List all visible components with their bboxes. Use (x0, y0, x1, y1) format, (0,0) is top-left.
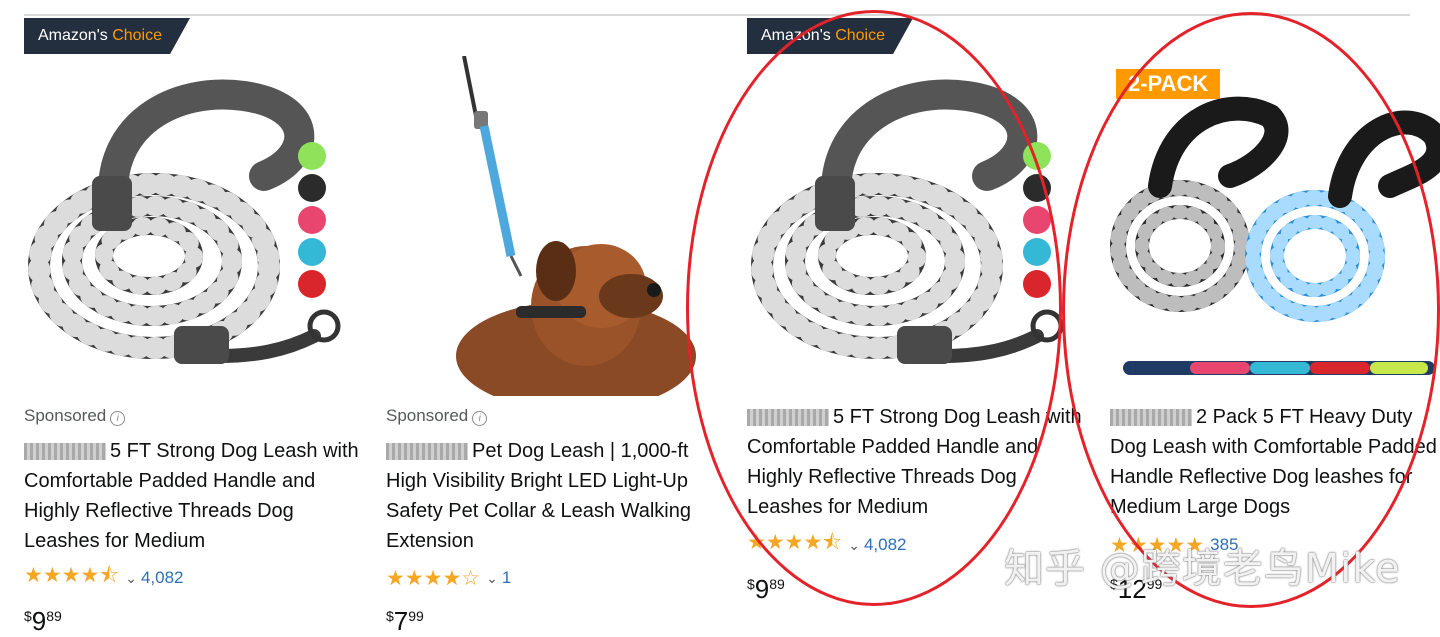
sponsored-label: Sponsored i (24, 406, 126, 426)
price: $989 (747, 574, 785, 604)
product-card-2[interactable]: Sponsored i Pet Dog Leash | 1,000-ft High… (386, 16, 731, 636)
chevron-down-icon[interactable]: ⌄ (848, 537, 860, 554)
product-title[interactable]: 2 Pack 5 FT Heavy Duty Dog Leash with Co… (1110, 402, 1440, 522)
zhihu-watermark: 知乎 @跨境老鸟Mike (1004, 546, 1401, 592)
redacted-brand (1110, 409, 1192, 427)
sponsored-label: Sponsored i (386, 406, 488, 426)
chevron-down-icon[interactable]: ⌄ (486, 570, 498, 587)
price: $799 (386, 606, 424, 636)
product-image-leash[interactable] (24, 56, 369, 396)
product-card-4[interactable]: 2-PACK 2 Pack 5 FT Heavy Duty Dog Leash … (1110, 16, 1440, 620)
product-title[interactable]: 5 FT Strong Dog Leash with Comfortable P… (24, 436, 364, 556)
product-image-leash[interactable] (747, 56, 1092, 396)
chevron-down-icon[interactable]: ⌄ (125, 570, 137, 587)
product-image-two-leashes[interactable] (1110, 56, 1440, 396)
rating-row[interactable]: ★★★★⯪ ⌄ 4,082 (24, 564, 184, 590)
amazons-choice-badge: Amazon's Choice (24, 18, 191, 54)
rating-row[interactable]: ★★★★☆ ⌄ 1 (386, 566, 511, 590)
amazons-choice-badge: Amazon's Choice (747, 18, 914, 54)
product-card-3[interactable]: Amazon's Choice 5 FT Strong Dog Leash wi… (747, 16, 1092, 620)
price: $989 (24, 606, 62, 636)
star-rating-icon: ★★★★⯪ (24, 563, 120, 587)
review-count-link[interactable]: 1 (502, 568, 511, 588)
review-count-link[interactable]: 4,082 (141, 568, 184, 588)
product-image-dog-leash[interactable] (386, 56, 731, 396)
product-title[interactable]: 5 FT Strong Dog Leash with Comfortable P… (747, 402, 1087, 522)
star-rating-icon: ★★★★⯪ (747, 530, 843, 554)
star-rating-icon: ★★★★☆ (386, 566, 481, 590)
review-count-link[interactable]: 4,082 (864, 535, 907, 555)
rating-row[interactable]: ★★★★⯪ ⌄ 4,082 (747, 531, 907, 557)
info-icon[interactable]: i (472, 411, 488, 426)
redacted-brand (24, 443, 106, 461)
redacted-brand (386, 443, 468, 461)
info-icon[interactable]: i (110, 411, 126, 426)
product-title[interactable]: Pet Dog Leash | 1,000-ft High Visibility… (386, 436, 726, 556)
product-card-1[interactable]: Amazon's Choice Sponsored i 5 FT Strong D… (24, 16, 369, 636)
redacted-brand (747, 409, 829, 427)
